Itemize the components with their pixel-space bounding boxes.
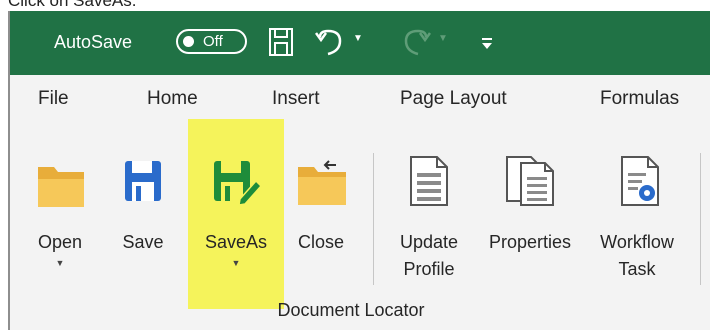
tab-home[interactable]: Home: [147, 88, 198, 110]
open-button[interactable]: Open ▼: [30, 125, 90, 305]
workflow-task-label: Workflow Task: [600, 232, 674, 279]
customize-qat-icon[interactable]: [481, 37, 493, 51]
ribbon-separator: [373, 153, 374, 285]
saveas-icon: [214, 161, 262, 205]
ribbon-separator: [700, 153, 701, 285]
saveas-button[interactable]: SaveAs ▼: [190, 125, 282, 305]
properties-label: Properties: [488, 232, 572, 252]
close-folder-icon: [298, 160, 346, 205]
autosave-label: AutoSave: [54, 32, 133, 52]
redo-icon: [404, 29, 431, 56]
title-bar: AutoSave Off ▼ ▼: [10, 11, 710, 75]
tab-file[interactable]: File: [38, 88, 69, 110]
saveas-dropdown-icon: ▼: [231, 258, 241, 268]
save-icon: [125, 161, 161, 201]
update-profile-button[interactable]: Update Profile: [382, 125, 476, 305]
instruction-text: Click on SaveAs.: [8, 0, 137, 10]
undo-dropdown-icon[interactable]: ▼: [353, 33, 363, 44]
autosave-toggle[interactable]: Off: [176, 29, 247, 54]
toggle-knob: [183, 36, 194, 47]
open-label: Open: [37, 232, 83, 252]
toggle-state: Off: [203, 33, 223, 50]
save-label: Save: [122, 232, 164, 252]
ribbon-tabs: File Home Insert Page Layout Formulas: [10, 75, 710, 125]
redo-dropdown-icon: ▼: [438, 33, 448, 44]
group-label-text: Document Locator: [277, 300, 425, 320]
open-dropdown-icon: ▼: [55, 258, 65, 268]
close-button[interactable]: Close: [286, 125, 356, 305]
document-icon: [410, 156, 448, 206]
tab-insert[interactable]: Insert: [272, 88, 320, 110]
save-button[interactable]: Save: [118, 125, 168, 305]
properties-button[interactable]: Properties: [476, 125, 584, 305]
folder-icon: [38, 167, 84, 207]
excel-window: AutoSave Off ▼ ▼ File Home Insert Page L…: [8, 11, 710, 330]
workflow-icon: [621, 156, 659, 206]
saveas-label: SaveAs: [204, 232, 268, 252]
workflow-task-button[interactable]: Workflow Task: [586, 125, 688, 305]
tab-page-layout[interactable]: Page Layout: [400, 88, 507, 110]
undo-icon[interactable]: [315, 27, 345, 57]
group-label-document-locator: Document Locator: [10, 300, 710, 321]
close-label: Close: [297, 232, 345, 252]
properties-icon: [506, 156, 554, 206]
tab-formulas[interactable]: Formulas: [600, 88, 679, 110]
floppy-disk-icon[interactable]: [268, 27, 294, 57]
update-profile-label: Update Profile: [399, 232, 459, 279]
